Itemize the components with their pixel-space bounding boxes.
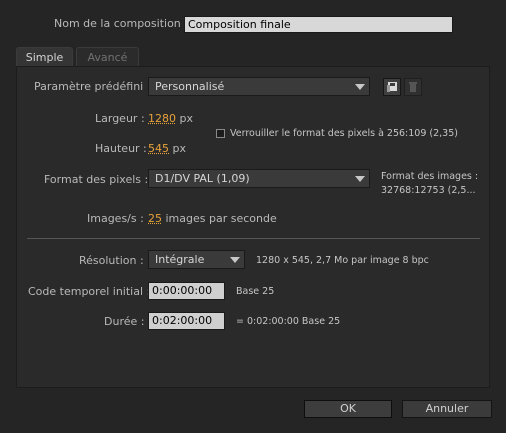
lock-aspect-checkbox[interactable] bbox=[216, 129, 225, 138]
width-label: Largeur : bbox=[95, 112, 145, 125]
pixel-aspect-value: D1/DV PAL (1,09) bbox=[155, 172, 250, 185]
height-label: Hauteur : bbox=[95, 142, 147, 155]
start-timecode-field[interactable]: 0:00:00:00 bbox=[148, 282, 225, 300]
fps-label: Images/s : bbox=[87, 212, 144, 225]
resolution-info: 1280 x 545, 2,7 Mo par image 8 bpc bbox=[256, 255, 429, 266]
fps-value-row: 25 images par seconde bbox=[148, 212, 277, 225]
height-unit: px bbox=[172, 142, 187, 155]
chevron-down-icon bbox=[230, 256, 240, 263]
save-preset-icon[interactable] bbox=[383, 78, 401, 96]
composition-name-field[interactable]: Composition finale bbox=[184, 16, 453, 33]
frame-aspect-value: 32768:12753 (2,5... bbox=[381, 185, 476, 196]
duration-field[interactable]: 0:02:00:00 bbox=[148, 312, 225, 330]
chevron-down-icon bbox=[355, 83, 365, 90]
height-value-row: 545 px bbox=[148, 142, 186, 155]
frame-aspect-label: Format des images : bbox=[381, 171, 479, 182]
duration-label: Durée : bbox=[104, 315, 145, 328]
chevron-down-icon bbox=[355, 175, 365, 182]
height-value[interactable]: 545 bbox=[148, 142, 169, 155]
fps-unit: images par seconde bbox=[165, 212, 277, 225]
pixel-aspect-dropdown[interactable]: D1/DV PAL (1,09) bbox=[148, 169, 370, 188]
pixel-aspect-label: Format des pixels : bbox=[44, 173, 149, 186]
width-unit: px bbox=[179, 112, 194, 125]
resolution-label: Résolution : bbox=[79, 254, 144, 267]
cancel-button[interactable]: Annuler bbox=[402, 400, 492, 418]
composition-name-label: Nom de la composition : bbox=[54, 17, 188, 30]
ok-button[interactable]: OK bbox=[304, 400, 392, 418]
width-value[interactable]: 1280 bbox=[148, 112, 176, 125]
divider bbox=[27, 238, 480, 239]
settings-panel bbox=[16, 66, 490, 388]
tab-simple[interactable]: Simple bbox=[16, 47, 73, 67]
resolution-dropdown[interactable]: Intégrale bbox=[148, 250, 245, 269]
trash-icon[interactable] bbox=[404, 78, 422, 96]
duration-info: = 0:02:00:00 Base 25 bbox=[236, 316, 341, 327]
preset-label: Paramètre prédéfini : bbox=[34, 80, 151, 93]
resolution-value: Intégrale bbox=[155, 253, 205, 266]
tab-avance[interactable]: Avancé bbox=[76, 47, 139, 67]
width-value-row: 1280 px bbox=[148, 112, 193, 125]
start-timecode-base: Base 25 bbox=[236, 286, 275, 297]
lock-aspect-label: Verrouiller le format des pixels à 256:1… bbox=[230, 128, 458, 139]
start-timecode-label: Code temporel initial : bbox=[28, 285, 151, 298]
preset-value: Personnalisé bbox=[155, 80, 225, 93]
fps-value[interactable]: 25 bbox=[148, 212, 162, 225]
preset-dropdown[interactable]: Personnalisé bbox=[148, 77, 370, 96]
